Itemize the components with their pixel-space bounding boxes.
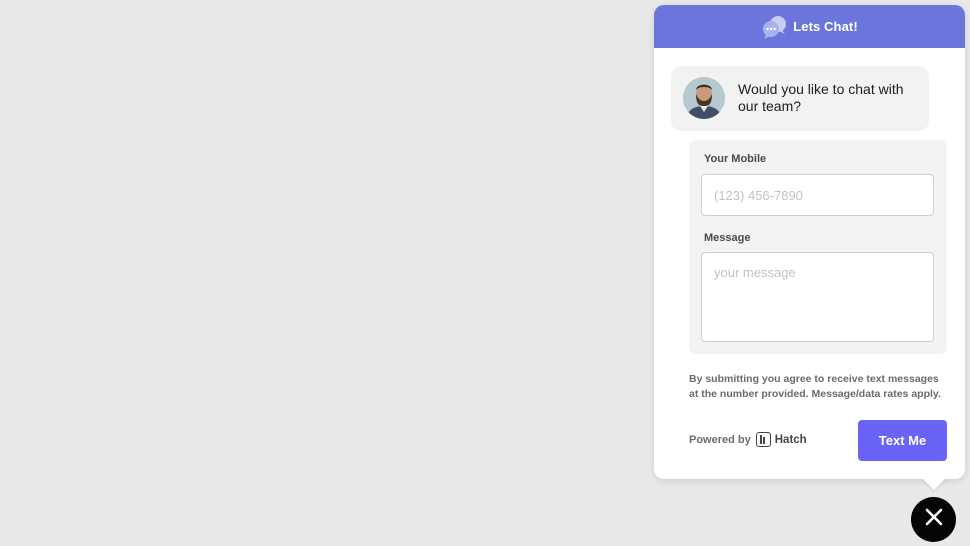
text-me-button[interactable]: Text Me [858, 420, 947, 461]
close-icon [925, 508, 943, 531]
brand-name[interactable]: Hatch [775, 434, 807, 446]
powered-by-label: Powered by [689, 433, 751, 446]
consent-disclaimer: By submitting you agree to receive text … [689, 373, 941, 400]
chat-widget: Lets Chat! Would you like to chat with o… [654, 5, 965, 479]
widget-header: Lets Chat! [654, 5, 965, 48]
mobile-label: Your Mobile [704, 153, 767, 165]
message-input[interactable] [701, 252, 934, 342]
widget-pointer [922, 478, 946, 490]
greeting-text: Would you like to chat with our team? [738, 81, 904, 114]
chat-bubbles-icon [761, 15, 787, 39]
close-chat-button[interactable] [911, 497, 956, 542]
widget-title: Lets Chat! [793, 19, 858, 34]
powered-by: Powered by Hatch [689, 432, 807, 447]
mobile-input[interactable] [701, 174, 934, 216]
hatch-logo-icon [755, 432, 771, 447]
message-label: Message [704, 232, 751, 244]
agent-avatar [683, 77, 725, 119]
greeting-bubble: Would you like to chat with our team? [671, 66, 929, 131]
contact-form: Your Mobile Message [689, 140, 947, 354]
